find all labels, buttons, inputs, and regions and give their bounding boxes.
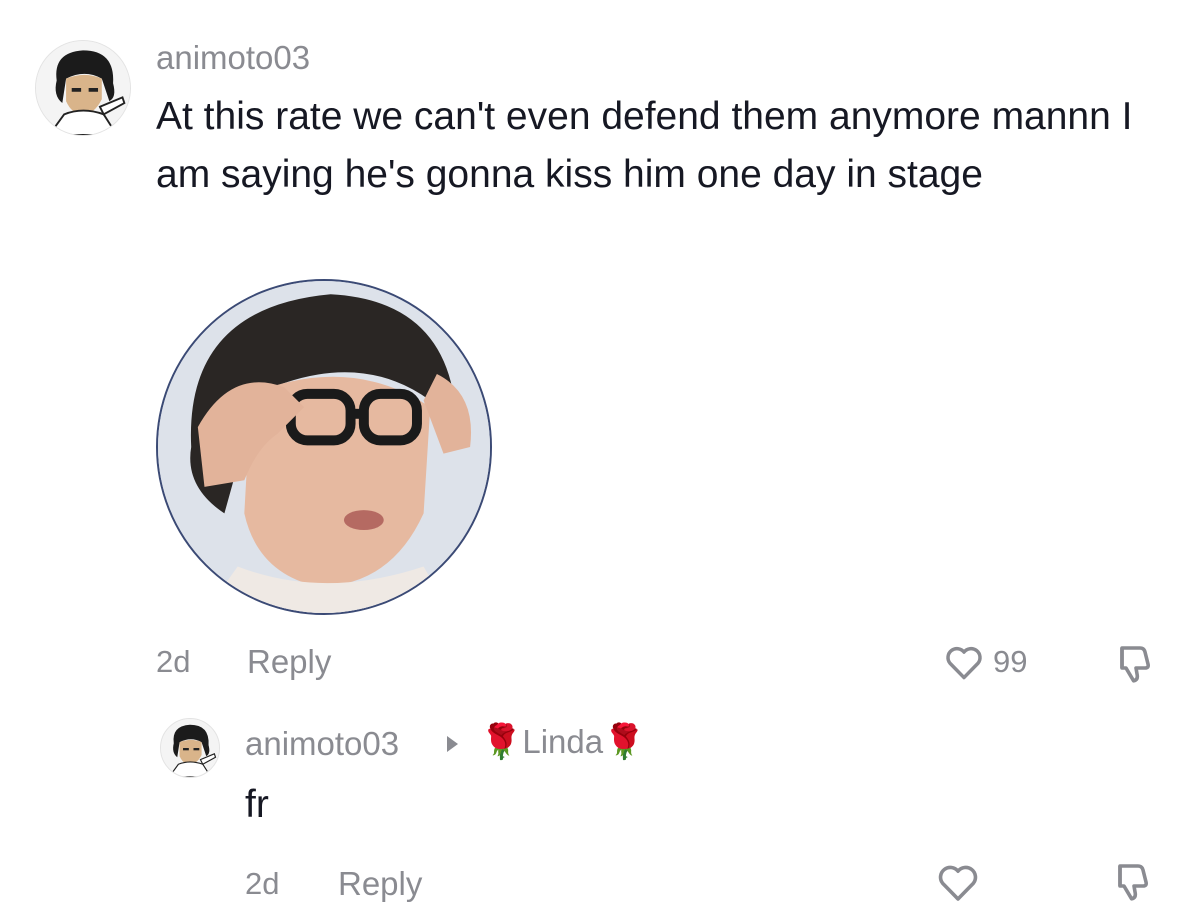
- reply-reply-button[interactable]: Reply: [338, 864, 422, 904]
- thumbs-down-outline-icon: [1106, 858, 1154, 906]
- reply-dislike-button[interactable]: [1106, 858, 1154, 906]
- reply-to-user[interactable]: 🌹 Linda 🌹: [480, 722, 645, 762]
- reply-avatar[interactable]: [160, 718, 220, 778]
- rose-emoji: 🌹: [603, 723, 646, 761]
- caret-right-icon: [447, 736, 458, 752]
- comment-sticker[interactable]: [156, 279, 492, 615]
- reply-like-button[interactable]: [934, 858, 982, 906]
- reply-text: fr: [245, 783, 269, 826]
- reply-timestamp: 2d: [245, 866, 280, 901]
- thumbs-down-outline-icon: [1108, 640, 1156, 688]
- comment-avatar[interactable]: [35, 40, 131, 136]
- comment-reply-button[interactable]: Reply: [247, 642, 331, 682]
- heart-outline-icon: [942, 640, 986, 684]
- comment-username[interactable]: animoto03: [156, 38, 310, 78]
- like-button[interactable]: [942, 640, 986, 684]
- comment-text: At this rate we can't even defend them a…: [156, 95, 1133, 196]
- rose-emoji: 🌹: [480, 723, 523, 761]
- reply-username[interactable]: animoto03: [245, 724, 399, 764]
- dislike-button[interactable]: [1108, 640, 1156, 688]
- comment-timestamp: 2d: [156, 644, 191, 679]
- like-count: 99: [993, 644, 1028, 679]
- reply-to-username: Linda: [522, 723, 604, 760]
- heart-outline-icon: [934, 858, 982, 906]
